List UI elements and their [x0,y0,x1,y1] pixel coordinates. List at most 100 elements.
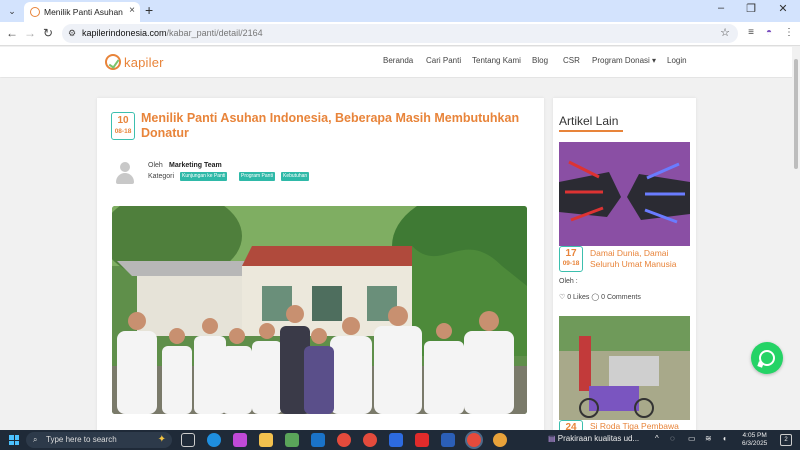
page-scrollbar[interactable] [792,47,800,430]
new-tab-button[interactable]: + [145,2,153,18]
clock-time: 4:05 PM [742,432,767,439]
hands-peace-illustration [559,142,690,246]
weather-icon: ▤ [548,434,558,443]
article-card: 10 08-18 Menilik Panti Asuhan Indonesia,… [97,98,544,430]
nav-csr[interactable]: CSR [563,56,580,65]
address-bar[interactable]: ⚙ kapilerindonesia.com/kabar_panti/detai… [62,24,738,43]
copilot-sparkle-icon: ✦ [157,434,166,445]
taskbar-search-placeholder: Type here to search [46,435,117,444]
store-app-icon[interactable] [285,433,299,447]
tray-battery-icon[interactable]: ▭ [688,434,696,443]
tab-title: Menilik Panti Asuhan Indonesia [44,7,126,17]
close-window-button[interactable]: ✕ [768,2,798,15]
article-title: Menilik Panti Asuhan Indonesia, Beberapa… [141,111,520,140]
tag-kunjungan[interactable]: Kunjungan ke Panti [180,172,228,181]
tag-kebutuhan[interactable]: Kebutuhan [281,172,310,181]
search-icon: ⌕ [33,435,38,444]
copilot-app-icon[interactable] [233,433,247,447]
logo-text: kapiler [124,54,164,70]
task-view-icon[interactable] [181,433,195,447]
article-day: 10 [117,115,129,126]
maximize-button[interactable]: ❐ [736,2,766,15]
sidebar-author-label-1: Oleh : [559,278,578,285]
tricycle-photo-illustration [559,316,690,420]
sidebar-card: Artikel Lain 17 09-18 Damai Dunia, Damai… [553,98,696,430]
sidebar-month-1: 09-18 [562,260,580,267]
zoom-app-icon[interactable] [389,433,403,447]
outlook-icon[interactable] [311,433,325,447]
group-photo-illustration [112,206,527,414]
file-explorer-icon[interactable] [259,433,273,447]
weather-text: Prakiraan kualitas ud... [557,434,640,443]
sidebar-article-image-2[interactable] [559,316,690,420]
extension-icon[interactable]: ≡ [744,27,758,38]
logo-mark-icon [105,54,121,70]
nav-beranda[interactable]: Beranda [383,56,413,65]
scrollbar-thumb[interactable] [794,59,798,169]
author-avatar-icon [115,162,135,184]
tray-network-icon[interactable]: ◌ [670,434,675,443]
article-date-badge: 10 08-18 [111,112,135,140]
back-icon[interactable]: ← [4,26,20,40]
edge-browser-icon[interactable] [207,433,221,447]
site-logo[interactable]: kapiler [105,53,164,71]
sidebar-article-title-2[interactable]: Si Roda Tiga Pembawa [590,421,690,430]
weather-widget[interactable]: ▤ Prakiraan kualitas ud... [548,434,639,443]
nav-program-donasi[interactable]: Program Donasi ▾ [592,56,656,65]
forward-icon[interactable]: → [22,26,38,40]
start-windows-icon[interactable] [9,435,19,445]
browser-tab-strip: ⌄ Menilik Panti Asuhan Indonesia × + – ❐… [0,0,800,22]
taskbar-clock[interactable]: 4:05 PM 6/3/2025 [742,432,767,448]
likes-count[interactable]: ♡ 0 Likes [559,294,589,301]
sidebar-article-title-1[interactable]: Damai Dunia, Damai Seluruh Umat Manusia [590,248,690,270]
notification-icon[interactable]: 2 [780,434,792,446]
nav-login[interactable]: Login [667,56,687,65]
browser-tab[interactable]: Menilik Panti Asuhan Indonesia × [24,2,140,22]
tray-wifi-icon[interactable]: ≋ [705,434,712,443]
tray-volume-icon[interactable]: ◖ [722,434,727,443]
author-label: Oleh [148,162,163,169]
nav-cari-panti[interactable]: Cari Panti [426,56,461,65]
url-path: /kabar_panti/detail/2164 [166,28,263,38]
address-toolbar: ← → ↻ ⚙ kapilerindonesia.com/kabar_panti… [0,22,800,46]
youtube-icon[interactable] [415,433,429,447]
avatar-head [120,162,130,172]
author-name: Marketing Team [169,162,222,169]
url-text: kapilerindonesia.com/kabar_panti/detail/… [82,24,263,43]
nav-blog[interactable]: Blog [532,56,548,65]
clock-date: 6/3/2025 [742,440,768,447]
chrome-profile-icon[interactable] [493,433,507,447]
sidebar-day-1: 17 [565,248,577,259]
nav-tentang-kami[interactable]: Tentang Kami [472,56,521,65]
whatsapp-chat-button[interactable] [751,342,783,374]
minimize-button[interactable]: – [706,2,736,14]
tab-close-icon[interactable]: × [129,5,135,16]
avatar-body [116,173,134,184]
sidebar-stats-1: ♡ 0 Likes ◯ 0 Comments [559,293,641,301]
site-info-icon[interactable]: ⚙ [68,24,76,43]
browser-menu-icon[interactable]: ⋮ [782,27,796,38]
article-photo [112,206,527,414]
reload-icon[interactable]: ↻ [40,26,56,40]
profile-extension-icon[interactable]: ◓ [762,27,776,38]
site-header: kapiler Beranda Cari Panti Tentang Kami … [0,47,800,77]
page-content: 10 08-18 Menilik Panti Asuhan Indonesia,… [0,78,792,430]
tag-program-panti[interactable]: Program Panti [239,172,275,181]
taskbar-search-box[interactable]: ⌕ Type here to search ✦ [26,432,172,448]
word-app-icon[interactable] [441,433,455,447]
url-host: kapilerindonesia.com [82,28,167,38]
chrome-icon-2[interactable] [363,433,377,447]
sidebar-title: Artikel Lain [559,114,619,128]
sidebar-article-image-1[interactable] [559,142,690,246]
tray-chevron-icon[interactable]: ^ [655,434,659,443]
sidebar-date-badge-1: 17 09-18 [559,246,583,272]
article-month: 08-18 [114,128,132,135]
bookmark-star-icon[interactable]: ☆ [720,24,730,43]
chrome-active-icon[interactable] [467,433,481,447]
chrome-icon-1[interactable] [337,433,351,447]
category-label: Kategori [148,173,175,180]
whatsapp-icon-tail [757,361,764,368]
tab-search-icon[interactable]: ⌄ [4,3,20,19]
windows-taskbar: ⌕ Type here to search ✦ ▤ Prakiraan kual… [0,430,800,450]
comments-count[interactable]: ◯ 0 Comments [591,294,640,301]
